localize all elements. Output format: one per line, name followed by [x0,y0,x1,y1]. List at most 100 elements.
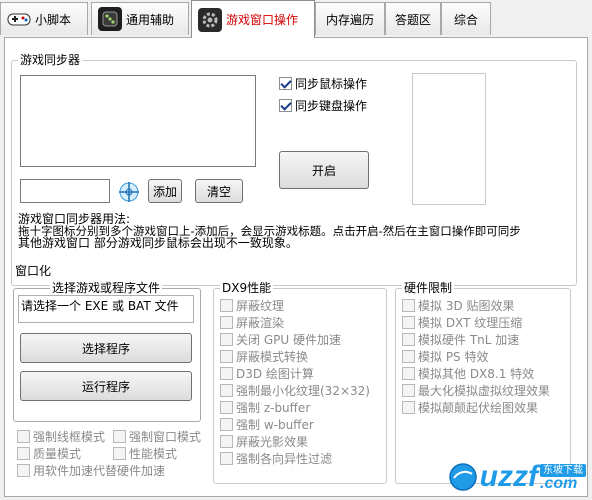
tab-label: 小脚本 [35,12,72,27]
force-wireframe-checkbox[interactable]: 强制线框模式 [17,428,105,444]
checkbox-label: 强制窗口模式 [129,429,202,444]
checkbox-box [220,349,233,363]
checkbox-box [220,451,233,465]
sync-mouse-checkbox[interactable]: 同步鼠标操作 [279,75,367,91]
checkbox-box [402,383,415,397]
tab-label: 答题区 [394,12,431,27]
checkbox-box [402,298,415,312]
dx9-option-checkbox[interactable]: 强制最小化纹理(32×32) [220,382,370,398]
dx9-option-checkbox[interactable]: 关闭 GPU 硬件加速 [220,331,341,347]
watermark-suffix: .com [540,475,578,492]
checkbox-label: 强制最小化纹理(32×32) [236,383,370,398]
tab-content-panel: 游戏同步器 同步鼠标操作 同步键盘操作 开启 添加 清空 游戏窗口同步器用法: … [4,37,588,497]
checkbox-label: 屏蔽纹理 [236,298,285,313]
preview-box [412,73,486,205]
checkbox-label: 屏蔽光影效果 [236,434,309,449]
checkbox-label: 模拟其他 DX8.1 特效 [418,366,535,381]
dx9-option-checkbox[interactable]: 屏蔽模式转换 [220,348,308,364]
checkbox-label: 用软件加速代替硬件加速 [33,463,166,478]
file-path-text: 请选择一个 EXE 或 BAT 文件 [21,299,179,313]
site-watermark: uzzf 东坡下载 .com [448,462,586,492]
hw-option-checkbox[interactable]: 模拟硬件 TnL 加速 [402,331,519,347]
checkbox-label: 屏蔽模式转换 [236,349,309,364]
checkbox-box [220,383,233,397]
checkbox-label: 强制 z-buffer [236,400,311,415]
dx9-option-checkbox[interactable]: 屏蔽纹理 [220,297,284,313]
force-window-checkbox[interactable]: 强制窗口模式 [113,428,201,444]
file-select-box: 选择游戏或程序文件 请选择一个 EXE 或 BAT 文件 选择程序 运行程序 [13,281,201,422]
hw-option-checkbox[interactable]: 模拟 3D 贴图效果 [402,297,515,313]
software-accel-checkbox[interactable]: 用软件加速代替硬件加速 [17,462,165,478]
checkbox-box [402,315,415,329]
checkbox-box [279,98,292,112]
watermark-brand: uzzf [479,460,538,493]
gamepad-icon [7,7,31,31]
checkbox-box [220,298,233,312]
dx9-option-checkbox[interactable]: 屏蔽光影效果 [220,433,308,449]
checkbox-label: 质量模式 [33,446,82,461]
help-line: 其他游戏窗口 部分游戏同步鼠标会出现不一致现象。 [18,236,298,250]
select-program-button[interactable]: 选择程序 [20,333,192,363]
quality-mode-checkbox[interactable]: 质量模式 [17,445,81,461]
tab-label: 游戏窗口操作 [226,13,299,27]
hw-option-checkbox[interactable]: 模拟 DXT 纹理压缩 [402,314,522,330]
checkbox-box [220,434,233,448]
checkbox-box [220,366,233,380]
checkbox-box [220,315,233,329]
checkbox-box [17,446,30,460]
dx9-option-checkbox[interactable]: 强制 w-buffer [220,416,314,432]
hw-option-checkbox[interactable]: 模拟 PS 特效 [402,348,488,364]
tab-general[interactable]: 通用辅助 [91,2,189,35]
checkbox-box [220,400,233,414]
dx9-option-checkbox[interactable]: D3D 绘图计算 [220,365,314,381]
checkbox-label: 强制 w-buffer [236,417,314,432]
sync-group: 游戏同步器 同步鼠标操作 同步键盘操作 开启 添加 清空 游戏窗口同步器用法: … [11,53,577,286]
checkbox-label: 强制各向异性过滤 [236,451,333,466]
tab-label: 通用辅助 [126,12,175,27]
tab-label: 综合 [453,12,478,27]
checkbox-box [402,366,415,380]
hardware-limit-group: 硬件限制 模拟 3D 贴图效果 模拟 DXT 纹理压缩 模拟硬件 TnL 加速 … [395,281,571,484]
run-program-button[interactable]: 运行程序 [20,371,192,401]
window-title-input[interactable] [20,179,110,203]
checkbox-label: 关闭 GPU 硬件加速 [236,332,341,347]
checkbox-box [402,400,415,414]
dx9-option-checkbox[interactable]: 屏蔽渲染 [220,314,284,330]
clear-list-button[interactable]: 清空 [195,179,243,203]
tab-game-window[interactable]: 游戏窗口操作 [191,0,315,38]
hw-option-checkbox[interactable]: 最大化模拟虚拟纹理效果 [402,382,550,398]
checkbox-label: 屏蔽渲染 [236,315,285,330]
checkbox-label: 模拟 DXT 纹理压缩 [418,315,523,330]
globe-logo-icon [448,463,477,491]
window-list[interactable] [20,75,256,167]
tab-script[interactable]: 小脚本 [0,2,88,35]
file-path-field[interactable]: 请选择一个 EXE 或 BAT 文件 [18,295,194,323]
checkbox-label: D3D 绘图计算 [236,366,314,381]
dx9-option-checkbox[interactable]: 强制 z-buffer [220,399,310,415]
dx9-option-checkbox[interactable]: 强制各向异性过滤 [220,450,332,466]
checkbox-label: 模拟颠颠起伏绘图效果 [418,400,539,415]
start-sync-button[interactable]: 开启 [279,151,369,189]
sync-keyboard-checkbox[interactable]: 同步键盘操作 [279,97,367,113]
checkbox-label: 同步鼠标操作 [295,76,368,91]
performance-mode-checkbox[interactable]: 性能模式 [113,445,177,461]
tab-quiz[interactable]: 答题区 [385,2,441,35]
checkbox-box [279,76,292,90]
dx9-group: DX9性能 屏蔽纹理 屏蔽渲染 关闭 GPU 硬件加速 屏蔽模式转换 D3D 绘… [213,281,387,484]
checkbox-box [17,463,30,477]
checkbox-box [113,446,126,460]
tab-bar: 小脚本 通用辅助 游戏窗口操作 内存遍历 答题区 综合 [0,0,592,38]
hw-option-checkbox[interactable]: 模拟其他 DX8.1 特效 [402,365,534,381]
add-window-button[interactable]: 添加 [148,179,182,203]
group-title: DX9性能 [220,281,274,295]
checkbox-box [402,349,415,363]
group-title: 窗口化 [13,264,54,278]
dice-icon [98,7,122,31]
hw-option-checkbox[interactable]: 模拟颠颠起伏绘图效果 [402,399,538,415]
tab-label: 内存遍历 [325,12,374,27]
checkbox-box [402,332,415,346]
crosshair-drag-icon[interactable] [117,180,141,204]
group-title: 游戏同步器 [18,53,83,67]
tab-memory[interactable]: 内存遍历 [315,2,385,35]
tab-misc[interactable]: 综合 [441,2,491,35]
